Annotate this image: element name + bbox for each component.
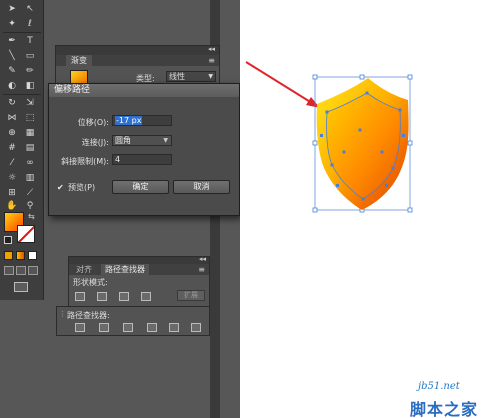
eraser-tool-icon[interactable]: ◧ (22, 79, 38, 93)
collapse-icon[interactable]: ◂◂ (199, 255, 206, 263)
symbol-sprayer-tool-icon[interactable]: ☼ (4, 171, 20, 185)
expand-button[interactable]: 扩展 (177, 290, 205, 301)
blend-tool-icon[interactable]: ∞ (22, 156, 38, 170)
panel-menu-icon[interactable]: ≡ (208, 56, 215, 65)
eyedropper-tool-icon[interactable]: ⁄ (4, 156, 20, 170)
preview-checkbox[interactable]: ✔ (57, 184, 65, 192)
pencil-tool-icon[interactable]: ✏ (22, 64, 38, 78)
tools-panel: ➤ ↖ ✦ ℓ ✒ T ╲ ▭ ✎ ✏ ◐ ◧ ↻ ⇲ ⋈ ⬚ ⊕ ▦ # ▤ … (0, 0, 44, 300)
width-tool-icon[interactable]: ⋈ (4, 111, 20, 125)
none-mode-button[interactable] (28, 251, 37, 260)
artboard-tool-icon[interactable]: ⊞ (4, 186, 20, 200)
collapse-icon[interactable]: ◂◂ (208, 45, 215, 53)
merge-icon[interactable] (123, 323, 133, 332)
annotation-arrow (245, 61, 320, 108)
joins-select[interactable]: 圆角 ▼ (112, 135, 172, 146)
magic-wand-tool-icon[interactable]: ✦ (4, 17, 20, 31)
tab-align[interactable]: 对齐 (72, 264, 96, 275)
artwork (245, 61, 413, 213)
divide-icon[interactable] (75, 323, 85, 332)
free-transform-tool-icon[interactable]: ⬚ (22, 111, 38, 125)
unite-icon[interactable] (75, 292, 85, 301)
offset-input[interactable]: -17 px (112, 115, 172, 126)
pathfinders-section: ⋮ 路径查找器: (56, 306, 210, 336)
mesh-tool-icon[interactable]: # (4, 141, 20, 155)
scale-tool-icon[interactable]: ⇲ (22, 96, 38, 110)
dialog-title: 偏移路径 (49, 84, 239, 97)
perspective-grid-tool-icon[interactable]: ▦ (22, 126, 38, 140)
shape-modes-label: 形状模式: (73, 278, 108, 287)
joins-value: 圆角 (115, 136, 131, 145)
hand-tool-icon[interactable]: ✋ (4, 199, 20, 213)
exclude-icon[interactable] (141, 292, 151, 301)
tool-divider (3, 32, 41, 33)
joins-label: 连接(J): (81, 138, 109, 147)
watermark-domain: jb51.net (418, 381, 460, 392)
offset-value: -17 px (115, 116, 143, 125)
crop-icon[interactable] (147, 323, 157, 332)
tab-pathfinder[interactable]: 路径查找器 (101, 264, 149, 275)
zoom-tool-icon[interactable]: ⚲ (22, 199, 38, 213)
tool-divider (3, 94, 41, 95)
preview-label: 预览(P) (68, 183, 96, 192)
panel-header-strip: ◂◂ (69, 255, 209, 264)
selection-tool-icon[interactable]: ➤ (4, 2, 20, 16)
tab-gradient[interactable]: 渐变 (66, 55, 92, 66)
rotate-tool-icon[interactable]: ↻ (4, 96, 20, 110)
trim-icon[interactable] (99, 323, 109, 332)
draw-behind-icon[interactable] (16, 266, 26, 275)
gradient-type-value: 线性 (169, 72, 185, 81)
watermark-title: 脚本之家 (410, 400, 479, 418)
column-graph-tool-icon[interactable]: ▥ (22, 171, 38, 185)
gradient-mode-button[interactable] (16, 251, 25, 260)
line-tool-icon[interactable]: ╲ (4, 49, 20, 63)
workspace: ➤ ↖ ✦ ℓ ✒ T ╲ ▭ ✎ ✏ ◐ ◧ ↻ ⇲ ⋈ ⬚ ⊕ ▦ # ▤ … (0, 0, 240, 418)
preview-checkbox-row[interactable]: ✔ 预览(P) (57, 182, 95, 193)
blob-brush-tool-icon[interactable]: ◐ (4, 79, 20, 93)
panel-header-strip: ◂◂ (56, 45, 219, 55)
lasso-tool-icon[interactable]: ℓ (22, 17, 38, 31)
draw-normal-icon[interactable] (4, 266, 14, 275)
offset-label: 位移(O): (77, 118, 109, 127)
outline-icon[interactable] (169, 323, 179, 332)
chevron-down-icon: ▼ (208, 73, 213, 80)
draw-inside-icon[interactable] (28, 266, 38, 275)
miter-limit-label: 斜接限制(M): (61, 157, 109, 166)
minus-back-icon[interactable] (191, 323, 201, 332)
grip-icon[interactable]: ⋮ (59, 310, 66, 318)
pathfinder-tab-bar: 对齐 路径查找器 ≡ (69, 264, 209, 275)
ok-button[interactable]: 确定 (112, 180, 169, 194)
rectangle-tool-icon[interactable]: ▭ (22, 49, 38, 63)
intersect-icon[interactable] (119, 292, 129, 301)
minus-front-icon[interactable] (97, 292, 107, 301)
chevron-down-icon: ▼ (163, 137, 168, 144)
shape-builder-tool-icon[interactable]: ⊕ (4, 126, 20, 140)
direct-selection-tool-icon[interactable]: ↖ (22, 2, 38, 16)
pathfinders-label: 路径查找器: (67, 311, 110, 320)
swap-colors-icon[interactable]: ⇆ (28, 212, 38, 222)
screen-mode-icon[interactable] (14, 282, 28, 292)
pen-tool-icon[interactable]: ✒ (4, 34, 20, 48)
stroke-color-swatch[interactable] (17, 225, 35, 243)
paintbrush-tool-icon[interactable]: ✎ (4, 64, 20, 78)
panel-menu-icon[interactable]: ≡ (198, 264, 205, 275)
gradient-type-select[interactable]: 线性 ▼ (166, 71, 216, 82)
gradient-tool-icon[interactable]: ▤ (22, 141, 38, 155)
default-colors-icon[interactable] (4, 236, 12, 244)
type-tool-icon[interactable]: T (22, 34, 38, 48)
artboard-canvas[interactable] (240, 0, 500, 418)
color-mode-button[interactable] (4, 251, 13, 260)
cancel-button[interactable]: 取消 (173, 180, 230, 194)
slice-tool-icon[interactable]: ⟋ (22, 186, 38, 200)
miter-limit-input[interactable]: 4 (112, 154, 172, 165)
offset-path-dialog: 偏移路径 位移(O): -17 px 连接(J): 圆角 ▼ 斜接限制(M): … (48, 83, 240, 216)
